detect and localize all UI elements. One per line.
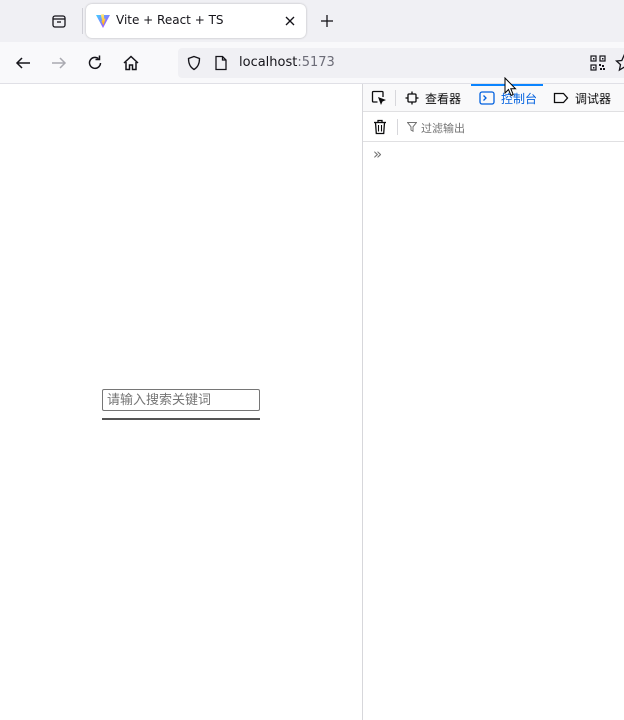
tab-debugger-label: 调试器 <box>575 91 612 106</box>
inspector-icon <box>405 91 419 105</box>
reload-icon[interactable] <box>85 53 105 73</box>
tab-inspector-label: 查看器 <box>425 91 462 106</box>
tab-vite-react[interactable]: Vite + React + TS <box>86 4 306 38</box>
back-arrow-icon[interactable] <box>13 53 33 73</box>
console-prompt[interactable]: » <box>373 147 382 162</box>
debugger-icon <box>553 92 569 104</box>
page-viewport <box>0 84 362 720</box>
console-icon <box>479 91 495 105</box>
tab-debugger[interactable]: 调试器 <box>553 84 611 112</box>
shield-icon[interactable] <box>186 55 202 71</box>
new-tab-plus-icon[interactable] <box>318 12 336 30</box>
close-icon[interactable] <box>284 15 296 27</box>
devtools-panel: 查看器 控制台 调试器 过滤输出 » <box>362 84 624 720</box>
tab-inspector[interactable]: 查看器 <box>405 84 461 112</box>
url-host: localhost <box>239 55 298 70</box>
trash-icon[interactable] <box>373 119 387 135</box>
bookmark-star-icon[interactable] <box>615 54 624 72</box>
home-icon[interactable] <box>121 53 141 73</box>
console-filter-bar: 过滤输出 <box>363 112 624 142</box>
tab-separator <box>82 8 83 34</box>
element-picker-icon[interactable] <box>371 90 387 106</box>
devtools-separator <box>395 90 396 106</box>
url-bar[interactable]: localhost:5173 <box>178 48 624 78</box>
console-filter-input[interactable]: 过滤输出 <box>421 120 465 136</box>
vite-logo-icon <box>96 14 110 28</box>
tab-overview-button[interactable] <box>46 8 72 34</box>
page-info-icon[interactable] <box>214 55 228 71</box>
navigation-bar: localhost:5173 <box>0 42 624 84</box>
devtools-toolbar: 查看器 控制台 调试器 <box>363 84 624 112</box>
forward-arrow-icon[interactable] <box>49 53 69 73</box>
tab-list-icon <box>52 15 66 28</box>
tab-title: Vite + React + TS <box>116 13 224 27</box>
url-port: :5173 <box>297 55 335 70</box>
search-input[interactable] <box>102 389 260 411</box>
filter-funnel-icon <box>407 122 417 132</box>
tab-bar: Vite + React + TS <box>0 0 624 42</box>
url-text[interactable]: localhost:5173 <box>239 55 335 70</box>
filter-separator <box>397 119 398 135</box>
qr-code-icon[interactable] <box>590 55 606 71</box>
search-underline <box>102 418 260 420</box>
tab-console[interactable]: 控制台 <box>471 84 544 112</box>
tab-console-label: 控制台 <box>501 91 538 106</box>
browser-window: Vite + React + TS localhost:5173 请输入搜索关键… <box>0 0 624 720</box>
